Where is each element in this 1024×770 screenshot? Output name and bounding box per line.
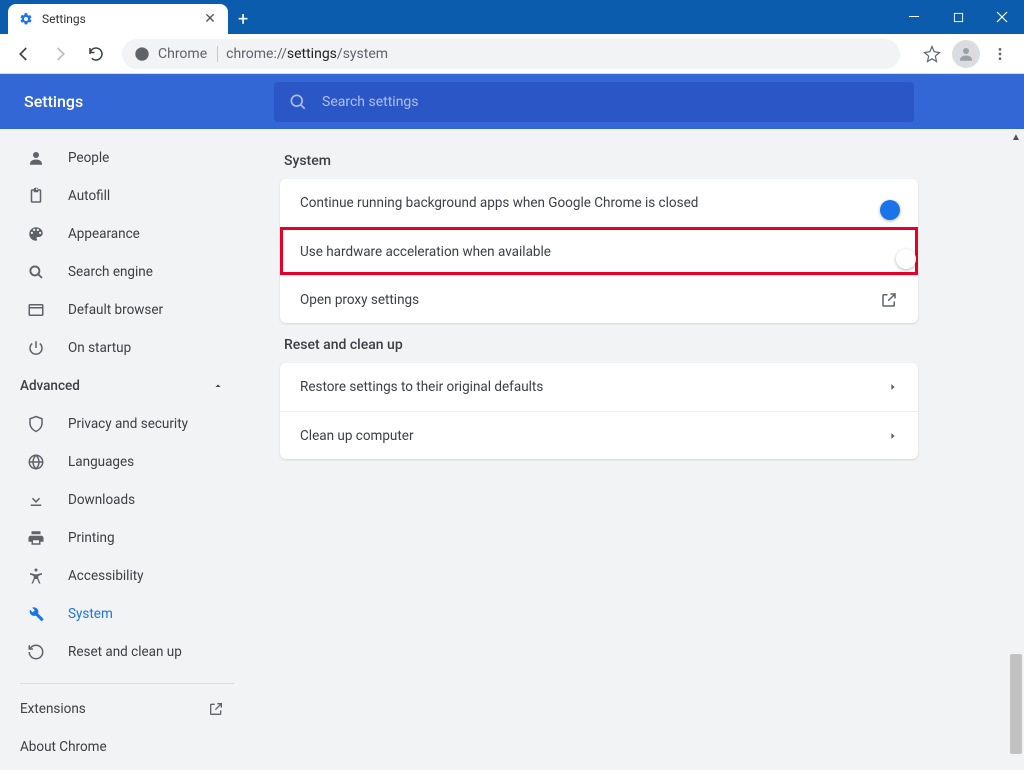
forward-button[interactable] [44, 38, 76, 70]
browser-tab[interactable]: Settings ✕ [8, 4, 228, 34]
bookmark-star-icon[interactable] [916, 38, 948, 70]
person-icon [26, 148, 46, 168]
sidebar-item-autofill[interactable]: Autofill [0, 177, 254, 215]
row-hardware-acceleration[interactable]: Use hardware acceleration when available [280, 227, 918, 275]
sidebar-group-advanced[interactable]: Advanced [0, 367, 254, 405]
row-label: Use hardware acceleration when available [300, 244, 551, 260]
sidebar-item-label: System [68, 606, 113, 622]
system-card: Continue running background apps when Go… [280, 179, 918, 323]
sidebar-item-label: People [68, 150, 109, 166]
sidebar-item-label: On startup [68, 340, 131, 356]
row-proxy-settings[interactable]: Open proxy settings [280, 275, 918, 323]
row-label: Restore settings to their original defau… [300, 379, 543, 395]
sidebar-item-label: Default browser [68, 302, 163, 318]
settings-search[interactable] [274, 82, 914, 122]
open-external-icon [208, 701, 224, 717]
clipboard-icon [26, 186, 46, 206]
row-background-apps[interactable]: Continue running background apps when Go… [280, 179, 918, 227]
sidebar-item-system[interactable]: System [0, 595, 254, 633]
gear-icon [18, 11, 34, 27]
search-icon [288, 92, 308, 112]
section-reset-label: Reset and clean up [284, 337, 1024, 353]
shield-icon [26, 414, 46, 434]
sidebar-item-label: Printing [68, 530, 115, 546]
omnibox-url: chrome://settings/system [226, 46, 388, 62]
sidebar-about[interactable]: About Chrome [0, 728, 254, 766]
sidebar-item-label: Reset and clean up [68, 644, 182, 660]
omnibox-scheme: Chrome [158, 46, 218, 62]
search-input[interactable] [322, 94, 900, 110]
sidebar-item-label: Autofill [68, 188, 110, 204]
sidebar-item-default-browser[interactable]: Default browser [0, 291, 254, 329]
site-info-icon[interactable] [134, 46, 150, 62]
content-area: System Continue running background apps … [254, 129, 1024, 770]
window-controls [892, 0, 1024, 34]
reload-button[interactable] [80, 38, 112, 70]
sidebar-item-label: About Chrome [20, 739, 107, 755]
chevron-up-icon [212, 380, 224, 392]
profile-avatar[interactable] [950, 38, 982, 70]
sidebar-item-downloads[interactable]: Downloads [0, 481, 254, 519]
page-title: Settings [24, 92, 83, 111]
minimize-button[interactable] [892, 0, 936, 34]
row-label: Clean up computer [300, 428, 414, 444]
scrollbar[interactable]: ▲ [1008, 129, 1024, 770]
maximize-button[interactable] [936, 0, 980, 34]
sidebar-item-label: Extensions [20, 701, 86, 717]
scrollbar-thumb[interactable] [1010, 654, 1022, 754]
print-icon [26, 528, 46, 548]
browser-icon [26, 300, 46, 320]
titlebar: Settings ✕ + [0, 0, 1024, 34]
kebab-menu-icon[interactable] [984, 38, 1016, 70]
section-system-label: System [284, 153, 1024, 169]
omnibox[interactable]: Chrome chrome://settings/system [122, 39, 900, 69]
tab-title: Settings [42, 12, 194, 26]
chevron-right-icon [888, 382, 898, 392]
sidebar-item-label: Languages [68, 454, 134, 470]
sidebar-item-languages[interactable]: Languages [0, 443, 254, 481]
scrollbar-up-icon[interactable]: ▲ [1008, 129, 1024, 145]
sidebar-item-label: Accessibility [68, 568, 144, 584]
reset-card: Restore settings to their original defau… [280, 363, 918, 459]
accessibility-icon [26, 566, 46, 586]
row-cleanup-computer[interactable]: Clean up computer [280, 411, 918, 459]
sidebar-item-label: Appearance [68, 226, 140, 242]
sidebar-item-privacy[interactable]: Privacy and security [0, 405, 254, 443]
sidebar-item-printing[interactable]: Printing [0, 519, 254, 557]
globe-icon [26, 452, 46, 472]
sidebar-item-on-startup[interactable]: On startup [0, 329, 254, 367]
sidebar-item-label: Downloads [68, 492, 135, 508]
wrench-icon [26, 604, 46, 624]
row-restore-defaults[interactable]: Restore settings to their original defau… [280, 363, 918, 411]
power-icon [26, 338, 46, 358]
sidebar-item-search-engine[interactable]: Search engine [0, 253, 254, 291]
sidebar-item-label: Privacy and security [68, 416, 188, 432]
row-label: Continue running background apps when Go… [300, 195, 698, 211]
sidebar-item-appearance[interactable]: Appearance [0, 215, 254, 253]
sidebar-separator [20, 683, 234, 684]
new-tab-button[interactable]: + [238, 9, 248, 30]
download-icon [26, 490, 46, 510]
sidebar-item-people[interactable]: People [0, 139, 254, 177]
settings-header: Settings [0, 74, 1024, 129]
row-label: Open proxy settings [300, 292, 419, 308]
sidebar-item-accessibility[interactable]: Accessibility [0, 557, 254, 595]
sidebar-group-label: Advanced [20, 378, 80, 394]
search-icon [26, 262, 46, 282]
open-external-icon [880, 291, 898, 309]
sidebar-extensions[interactable]: Extensions [0, 690, 254, 728]
address-bar: Chrome chrome://settings/system [0, 34, 1024, 74]
palette-icon [26, 224, 46, 244]
back-button[interactable] [8, 38, 40, 70]
sidebar-item-label: Search engine [68, 264, 153, 280]
close-window-button[interactable] [980, 0, 1024, 34]
restore-icon [26, 642, 46, 662]
chevron-right-icon [888, 431, 898, 441]
close-tab-icon[interactable]: ✕ [202, 11, 218, 27]
sidebar: People Autofill Appearance Search engine… [0, 129, 254, 770]
sidebar-item-reset[interactable]: Reset and clean up [0, 633, 254, 671]
